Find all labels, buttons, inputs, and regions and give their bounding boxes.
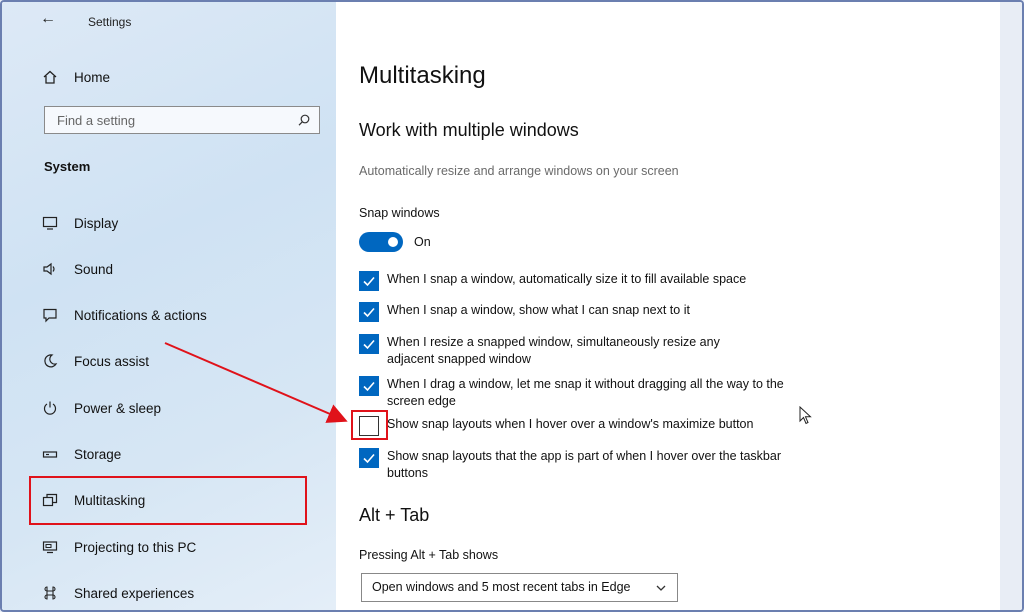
dropdown-value: Open windows and 5 most recent tabs in E… <box>372 580 631 594</box>
section-title: Work with multiple windows <box>359 120 579 140</box>
sidebar-item-label: Focus assist <box>74 353 150 369</box>
home-icon <box>40 67 60 87</box>
alt-tab-title: Alt + Tab <box>359 505 430 525</box>
check-icon <box>363 381 375 392</box>
sidebar-item-sound[interactable]: Sound <box>40 249 320 289</box>
sidebar-item-focus-assist[interactable]: Focus assist <box>40 341 320 381</box>
search-input[interactable] <box>55 112 289 129</box>
sidebar-item-label: Multitasking <box>74 492 146 508</box>
windows-stack-icon <box>40 490 60 510</box>
alt-tab-label: Pressing Alt + Tab shows <box>359 548 499 562</box>
section-heading-system: System <box>44 159 91 174</box>
search-icon[interactable] <box>297 113 311 127</box>
window-title: Settings <box>88 15 132 29</box>
sidebar-item-storage[interactable]: Storage <box>40 434 320 474</box>
option-resize-adjacent[interactable]: When I resize a snapped window, simultan… <box>359 334 767 368</box>
option-show-next[interactable]: When I snap a window, show what I can sn… <box>359 302 807 322</box>
checkbox[interactable] <box>359 334 379 354</box>
option-label: When I drag a window, let me snap it wit… <box>387 377 784 408</box>
sidebar-item-label: Projecting to this PC <box>74 539 197 555</box>
check-icon <box>363 276 375 287</box>
sidebar: ← Settings Home System Display <box>2 2 336 610</box>
sidebar-item-home[interactable]: Home <box>40 57 320 97</box>
search-box[interactable] <box>44 106 320 134</box>
section-description: Automatically resize and arrange windows… <box>359 164 679 178</box>
snap-windows-state: On <box>414 235 431 249</box>
option-auto-size[interactable]: When I snap a window, automatically size… <box>359 271 807 291</box>
message-icon <box>40 305 60 325</box>
option-label: When I snap a window, automatically size… <box>387 272 747 286</box>
option-snap-layouts-taskbar[interactable]: Show snap layouts that the app is part o… <box>359 448 787 482</box>
option-label: Show snap layouts that the app is part o… <box>387 449 781 480</box>
settings-window: ← Settings Home System Display <box>0 0 1024 612</box>
sidebar-item-multitasking[interactable]: Multitasking <box>40 480 320 520</box>
sidebar-item-label: Power & sleep <box>74 400 162 416</box>
option-drag-snap[interactable]: When I drag a window, let me snap it wit… <box>359 376 787 410</box>
power-icon <box>40 398 60 418</box>
speaker-icon <box>40 259 60 279</box>
sidebar-item-display[interactable]: Display <box>40 203 320 243</box>
sidebar-item-label: Sound <box>74 261 114 277</box>
moon-icon <box>40 351 60 371</box>
sidebar-item-projecting[interactable]: Projecting to this PC <box>40 527 320 567</box>
checkbox[interactable] <box>359 376 379 396</box>
check-icon <box>363 339 375 350</box>
option-label: Show snap layouts when I hover over a wi… <box>387 417 754 431</box>
sidebar-item-label: Shared experiences <box>74 585 195 601</box>
sidebar-item-label: Notifications & actions <box>74 307 207 323</box>
mouse-cursor-icon <box>799 406 812 425</box>
checkbox[interactable] <box>359 416 379 436</box>
chevron-down-icon <box>656 585 666 591</box>
option-label: When I snap a window, show what I can sn… <box>387 303 690 317</box>
projector-icon <box>40 537 60 557</box>
scrollbar-track[interactable] <box>1000 2 1022 610</box>
sidebar-item-label: Home <box>74 69 111 85</box>
title-bar: ← Settings <box>2 2 336 42</box>
snap-windows-label: Snap windows <box>359 206 440 220</box>
sidebar-item-power-sleep[interactable]: Power & sleep <box>40 388 320 428</box>
option-snap-layouts-maximize[interactable]: Show snap layouts when I hover over a wi… <box>359 416 807 436</box>
checkbox[interactable] <box>359 302 379 322</box>
option-label: When I resize a snapped window, simultan… <box>387 335 720 366</box>
toggle-knob <box>388 237 398 247</box>
alt-tab-dropdown[interactable]: Open windows and 5 most recent tabs in E… <box>361 573 678 602</box>
storage-icon <box>40 444 60 464</box>
checkbox[interactable] <box>359 271 379 291</box>
arrow-left-icon[interactable]: ← <box>40 10 56 28</box>
sidebar-item-label: Display <box>74 215 119 231</box>
page-title: Multitasking <box>359 62 486 89</box>
sidebar-item-notifications[interactable]: Notifications & actions <box>40 295 320 335</box>
check-icon <box>363 307 375 318</box>
sidebar-item-shared-experiences[interactable]: Shared experiences <box>40 573 320 610</box>
sidebar-item-label: Storage <box>74 446 122 462</box>
check-icon <box>363 453 375 464</box>
share-icon <box>40 583 60 603</box>
checkbox[interactable] <box>359 448 379 468</box>
snap-windows-toggle[interactable] <box>359 232 403 252</box>
monitor-icon <box>40 213 60 233</box>
